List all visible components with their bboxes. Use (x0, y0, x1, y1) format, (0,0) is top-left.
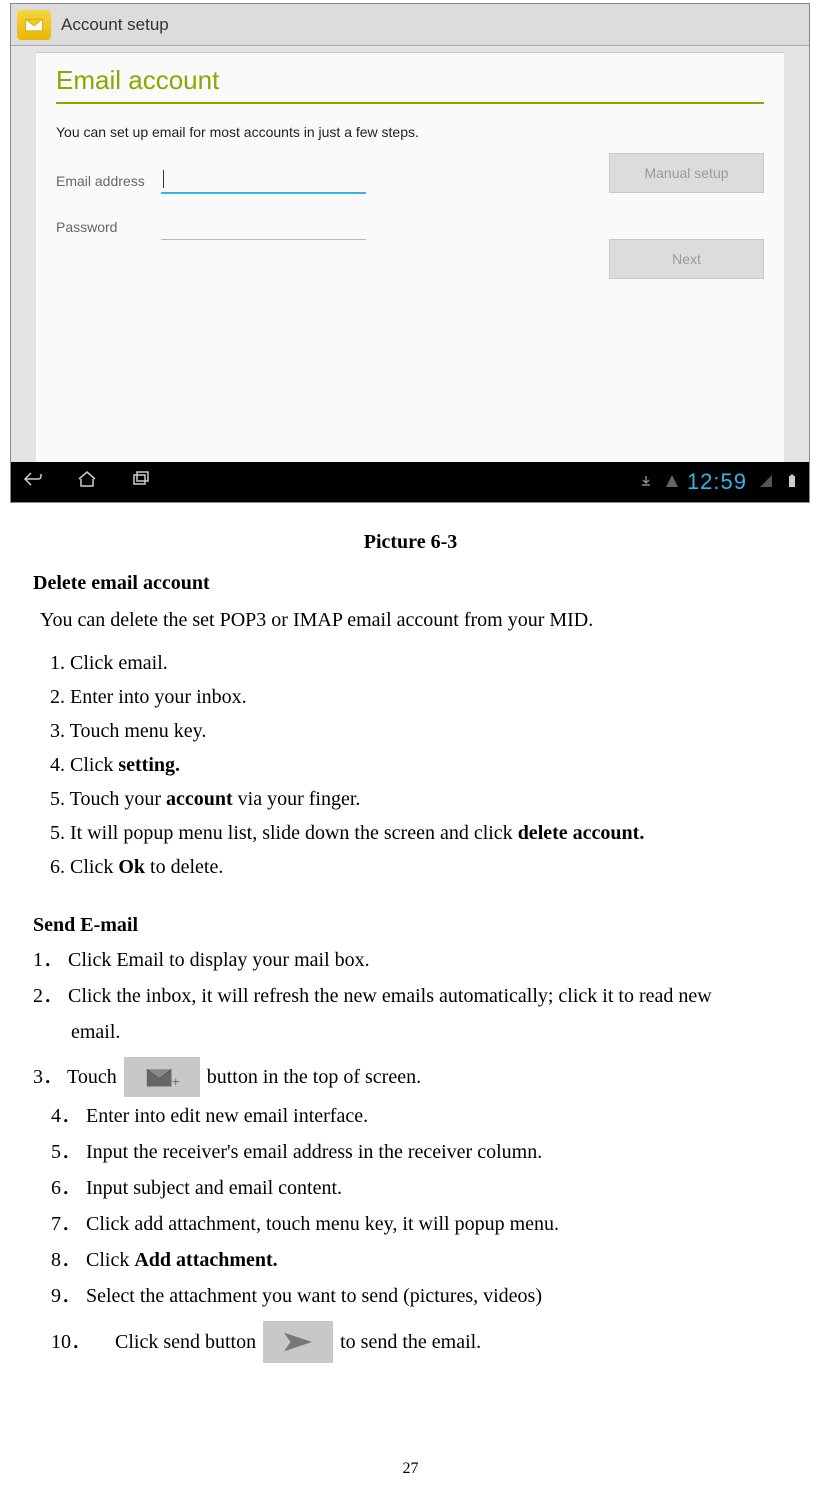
step-num: 3. (50, 720, 65, 742)
send-icon (263, 1321, 333, 1363)
step-num: 9． (51, 1285, 81, 1307)
back-icon[interactable] (21, 469, 45, 495)
next-button[interactable]: Next (609, 239, 764, 279)
step-text: to delete. (145, 856, 223, 878)
password-label: Password (56, 219, 161, 235)
step-bold: Add attachment. (134, 1249, 277, 1271)
step-text: Click Email to display your mail box. (68, 949, 370, 971)
step-num: 1. (50, 652, 65, 674)
step-bold: delete account. (518, 822, 645, 844)
step-num: 7． (51, 1213, 81, 1235)
email-label: Email address (56, 173, 161, 189)
delete-steps: 1. Click email.2. Enter into your inbox.… (50, 646, 821, 884)
step-text: Touch your (70, 788, 166, 810)
step-num: 4. (50, 754, 65, 776)
step-num: 10． (51, 1325, 111, 1359)
email-input[interactable] (161, 168, 366, 194)
step-text: Enter into edit new email interface. (86, 1105, 368, 1127)
signal-icon (755, 471, 773, 494)
step-num: 6． (51, 1177, 81, 1199)
email-app-icon (17, 10, 51, 40)
compose-icon: + (124, 1057, 200, 1097)
list-item: 5. It will popup menu list, slide down t… (50, 816, 821, 850)
step-num: 3． (33, 1060, 63, 1094)
status-clock: 12:59 (687, 469, 747, 495)
list-item: 1. Click email. (50, 646, 821, 680)
step-num: 8． (51, 1249, 81, 1271)
delete-title: Delete email account (33, 572, 821, 595)
download-icon (635, 471, 653, 494)
step-num: 1． (33, 949, 63, 971)
step-bold: Ok (118, 856, 145, 878)
step-text: Enter into your inbox. (70, 686, 247, 708)
step-num: 6. (50, 856, 65, 878)
step-text: Touch (67, 1060, 117, 1094)
step-text: Touch menu key. (70, 720, 207, 742)
setup-hint: You can set up email for most accounts i… (56, 124, 764, 140)
password-input[interactable] (161, 214, 366, 240)
step-text: to send the email. (340, 1325, 481, 1359)
manual-setup-button[interactable]: Manual setup (609, 153, 764, 193)
list-item: 5. Touch your account via your finger. (50, 782, 821, 816)
step-bold: account (166, 788, 233, 810)
home-icon[interactable] (75, 469, 99, 495)
battery-icon (781, 471, 799, 494)
android-screenshot: Account setup Email account You can set … (10, 3, 810, 503)
recent-icon[interactable] (129, 469, 153, 495)
header-title: Account setup (61, 15, 169, 35)
app-header: Account setup (11, 4, 809, 46)
app-body: Email account You can set up email for m… (36, 52, 784, 469)
step-text: Click (81, 1249, 134, 1271)
figure-caption: Picture 6-3 (0, 531, 821, 554)
step-text: Click send button (115, 1325, 256, 1359)
step-text: Input the receiver's email address in th… (86, 1141, 542, 1163)
step-text: Click (70, 856, 118, 878)
page-number: 27 (0, 1460, 821, 1478)
delete-intro: You can delete the set POP3 or IMAP emai… (40, 609, 821, 632)
step-text: It will popup menu list, slide down the … (70, 822, 518, 844)
step-text: via your finger. (233, 788, 361, 810)
step-num: 5. (50, 822, 65, 844)
list-item: 4. Click setting. (50, 748, 821, 782)
send-title: Send E-mail (33, 914, 821, 937)
step-text: Input subject and email content. (86, 1177, 342, 1199)
list-item: 2. Enter into your inbox. (50, 680, 821, 714)
step-text: Click add attachment, touch menu key, it… (86, 1213, 559, 1235)
body-title: Email account (56, 65, 764, 104)
nav-bar: 12:59 (11, 462, 809, 502)
step-text: email. (71, 1021, 120, 1043)
step-text: Select the attachment you want to send (… (81, 1285, 542, 1307)
document-body: Picture 6-3 Delete email account You can… (0, 503, 821, 1363)
send-steps: 1． Click Email to display your mail box.… (33, 943, 821, 1363)
right-buttons: Manual setup Next (609, 153, 764, 325)
step-num: 5. (50, 788, 65, 810)
svg-text:+: + (171, 1074, 180, 1091)
step-num: 5． (51, 1141, 81, 1163)
step-num: 4． (51, 1105, 81, 1127)
step-text: button in the top of screen. (207, 1060, 421, 1094)
step-text: Click email. (70, 652, 168, 674)
step-text: Click the inbox, it will refresh the new… (68, 985, 712, 1007)
step-text: Click (70, 754, 118, 776)
step-bold: setting. (118, 754, 180, 776)
step-num: 2． (33, 985, 63, 1007)
list-item: 3. Touch menu key. (50, 714, 821, 748)
list-item: 6. Click Ok to delete. (50, 850, 821, 884)
step-num: 2. (50, 686, 65, 708)
notification-icon (661, 471, 679, 494)
